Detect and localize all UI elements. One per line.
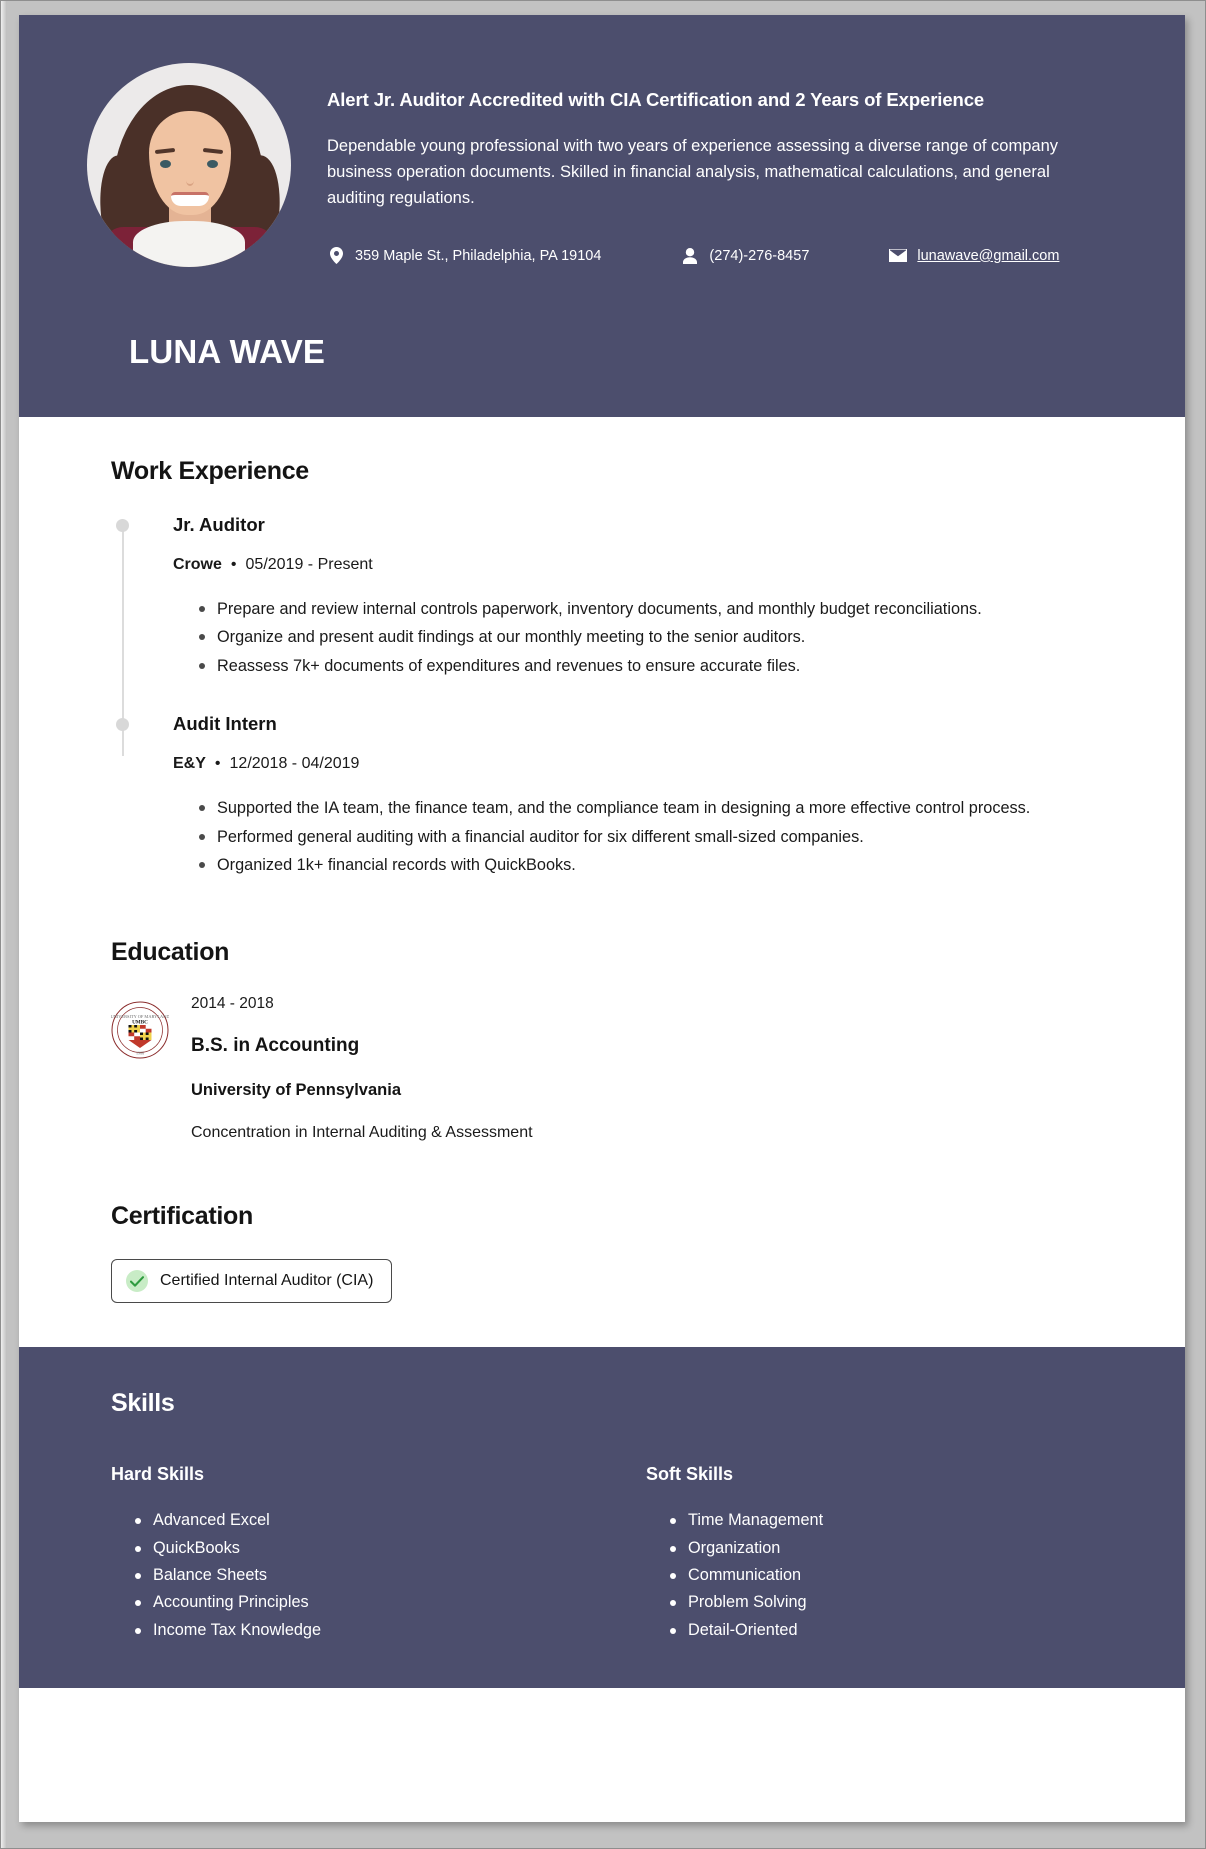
job-bullet: Supported the IA team, the finance team,… [199,795,1129,821]
education-title: Education [111,938,230,967]
job-meta: Crowe • 05/2019 - Present [173,556,1129,574]
job-separator: • [214,755,221,773]
section-work-experience: Work Experience Jr. Auditor Crowe • 05/201… [111,457,1129,878]
timeline-dot-icon [116,519,129,532]
work-experience-title: Work Experience [111,457,309,485]
list-item: Accounting Principles [135,1589,620,1616]
status-badge[interactable]: Certified Internal Auditor (CIA) [111,1259,393,1304]
professional-summary: Dependable young professional with two y… [327,137,1059,208]
list-item: Balance Sheets [135,1562,620,1589]
section-education: Education UNIVERSITY OF MARYLAND 1966 UM… [110,938,1129,1142]
job-bullet: Organize and present audit findings at o… [199,624,1129,650]
list-item: QuickBooks [135,1535,620,1562]
job-bullet: Organized 1k+ financial records with Qui… [199,852,1129,878]
check-circle-icon [126,1270,148,1293]
header-text-block: Alert Jr. Auditor Accredited with CIA Ce… [291,63,1145,267]
list-item: Organization [670,1535,1129,1562]
education-concentration: Concentration in Internal Auditing & Ass… [191,1124,533,1142]
list-item: Detail-Oriented [670,1617,1129,1644]
svg-text:UMBC: UMBC [132,1020,148,1026]
envelope-icon [889,249,908,263]
svg-text:UNIVERSITY OF MARYLAND: UNIVERSITY OF MARYLAND [111,1014,169,1019]
list-item: Income Tax Knowledge [135,1617,620,1644]
soft-skills-heading: Soft Skills [646,1464,734,1485]
university-seal-icon: UNIVERSITY OF MARYLAND 1966 UMBC [110,1001,170,1059]
job-dates: 05/2019 - Present [245,556,373,573]
job-bullet: Prepare and review internal controls pap… [199,596,1129,622]
contact-address: 359 Maple St., Philadelphia, PA 19104 [327,247,602,265]
certification-title: Certification [111,1202,253,1231]
resume-header: Alert Jr. Auditor Accredited with CIA Ce… [19,15,1185,417]
location-pin-icon [327,247,345,265]
portrait-eye-left [160,160,171,168]
job-bullets: Supported the IA team, the finance team,… [173,795,1129,878]
list-item: Jr. Auditor Crowe • 05/2019 - Present Prep… [116,514,1129,679]
list-item: Advanced Excel [135,1507,620,1534]
job-bullet: Reassess 7k+ documents of expenditures a… [199,653,1129,679]
education-school: University of Pennsylvania [191,1081,401,1100]
skills-title: Skills [111,1389,175,1418]
resume-page: Alert Jr. Auditor Accredited with CIA Ce… [19,15,1185,1822]
portrait-nose [186,175,194,186]
job-title: Audit Intern [173,713,277,735]
person-icon [681,247,699,264]
education-degree: B.S. in Accounting [191,1035,360,1057]
avatar [87,63,291,267]
svg-text:1966: 1966 [136,1051,144,1056]
portrait-eye-right [207,160,218,168]
skills-column-hard: Hard Skills Advanced Excel QuickBooks Ba… [111,1464,620,1644]
timeline-dot-icon [116,718,129,732]
experience-timeline: Jr. Auditor Crowe • 05/2019 - Present Prep… [111,514,1129,878]
headline: Alert Jr. Auditor Accredited with CIA Ce… [327,89,985,110]
section-skills: Skills Hard Skills Advanced Excel QuickB… [19,1347,1185,1689]
list-item: Problem Solving [670,1589,1129,1616]
portrait-shirt [133,221,245,267]
resume-body: Work Experience Jr. Auditor Crowe • 05/201… [19,417,1185,1304]
address-text: 359 Maple St., Philadelphia, PA 19104 [355,247,602,264]
job-separator: • [230,556,237,573]
job-title: Jr. Auditor [173,514,265,535]
page-title: LUNA WAVE [129,333,326,370]
portrait-mouth [171,192,209,206]
contact-email[interactable]: lunawave@gmail.com [889,248,1059,264]
job-bullet: Performed general auditing with a financ… [199,824,1129,850]
job-dates: 12/2018 - 04/2019 [229,755,360,773]
education-years: 2014 - 2018 [191,995,274,1013]
certification-label: Certified Internal Auditor (CIA) [160,1272,374,1290]
job-bullets: Prepare and review internal controls pap… [173,596,1129,679]
list-item: Audit Intern E&Y • 12/2018 - 04/2019 Suppo… [116,713,1129,878]
section-certification: Certification Certified Internal Auditor… [111,1202,1129,1304]
education-info: 2014 - 2018 B.S. in Accounting Universit… [169,995,533,1142]
contact-row: 359 Maple St., Philadelphia, PA 19104 (2… [327,247,1145,265]
phone-text: (274)-276-8457 [709,247,810,264]
skills-column-soft: Soft Skills Time Management Organization… [620,1464,1129,1644]
contact-phone: (274)-276-8457 [681,247,810,264]
hard-skills-list: Advanced Excel QuickBooks Balance Sheets… [111,1507,620,1644]
skills-columns: Hard Skills Advanced Excel QuickBooks Ba… [111,1464,1129,1644]
education-entry: UNIVERSITY OF MARYLAND 1966 UMBC 2014 - … [110,995,1129,1142]
document-frame: Alert Jr. Auditor Accredited with CIA Ce… [0,0,1206,1849]
list-item: Time Management [670,1507,1129,1534]
job-company: Crowe [173,556,222,573]
job-meta: E&Y • 12/2018 - 04/2019 [173,755,1129,773]
list-item: Communication [670,1562,1129,1589]
soft-skills-list: Time Management Organization Communicati… [646,1507,1129,1644]
hard-skills-heading: Hard Skills [111,1464,205,1485]
job-company: E&Y [173,755,206,773]
email-link[interactable]: lunawave@gmail.com [917,248,1059,264]
